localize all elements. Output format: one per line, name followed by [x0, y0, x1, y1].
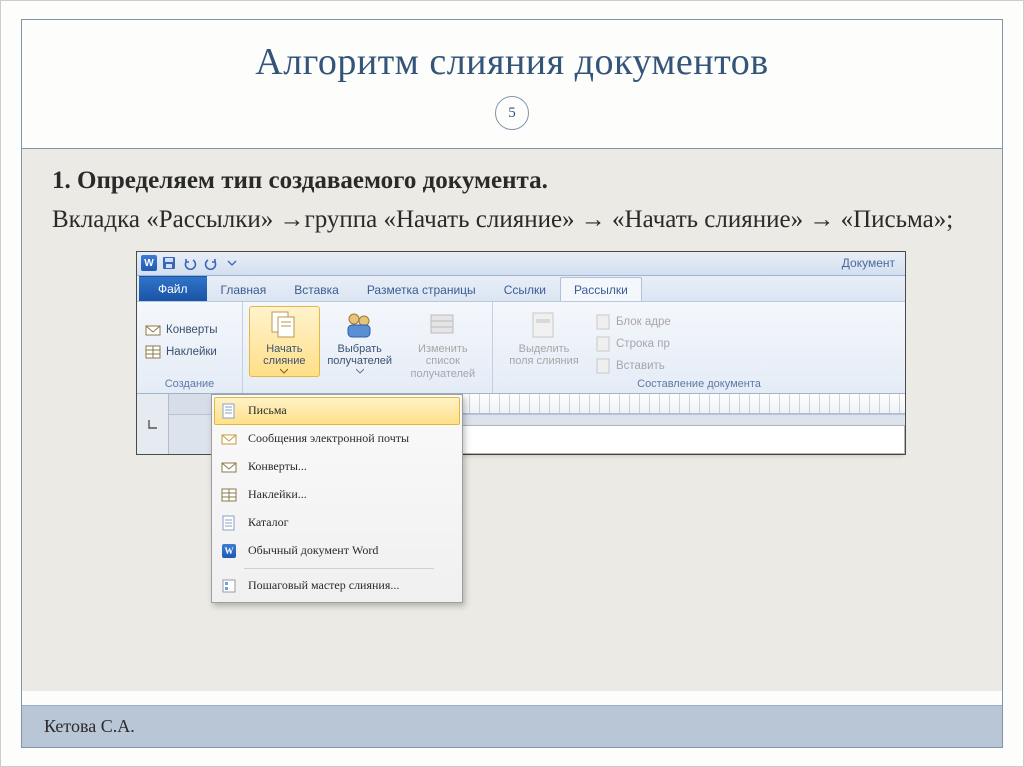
- labels-icon: [145, 344, 161, 360]
- start-merge-icon: [268, 309, 300, 341]
- greeting-line-button[interactable]: Строка пр: [593, 334, 673, 354]
- dd-letters-label: Письма: [248, 403, 287, 418]
- catalog-icon: [220, 514, 238, 532]
- tab-file[interactable]: Файл: [139, 276, 207, 301]
- labels-button[interactable]: Наклейки: [143, 342, 220, 362]
- document-title: Документ: [842, 256, 901, 270]
- email-icon: [220, 430, 238, 448]
- embedded-screenshot: W Документ: [52, 251, 972, 455]
- step-description: Вкладка «Рассылки» →группа «Начать слиян…: [52, 203, 972, 237]
- recipients-icon: [344, 309, 376, 341]
- group-create-label: Создание: [143, 376, 236, 393]
- dd-labels[interactable]: Наклейки...: [214, 481, 460, 509]
- doc-icon: [595, 336, 611, 352]
- group-compose-label: Составление документа: [499, 376, 899, 393]
- redo-button[interactable]: [202, 254, 220, 272]
- slide-frame: Алгоритм слияния документов 5 1. Определ…: [21, 19, 1003, 748]
- quick-access-toolbar: W Документ: [137, 252, 905, 276]
- highlight-icon: [528, 309, 560, 341]
- select-recipients-label: Выбрать получателей: [327, 343, 392, 368]
- save-button[interactable]: [160, 254, 178, 272]
- tab-mailings[interactable]: Рассылки: [560, 277, 642, 301]
- document-page: [459, 425, 905, 454]
- labels-label: Наклейки: [166, 346, 217, 358]
- edit-recipients-button[interactable]: Изменить список получателей: [400, 306, 486, 384]
- envelopes-label: Конверты: [166, 324, 218, 336]
- wizard-icon: [220, 577, 238, 595]
- word-doc-icon: W: [220, 542, 238, 560]
- qat-dropdown-icon[interactable]: [223, 254, 241, 272]
- insert-field-button[interactable]: Вставить: [593, 356, 673, 376]
- dropdown-separator: [244, 568, 434, 569]
- slide-number-badge: 5: [495, 96, 529, 130]
- slide: Алгоритм слияния документов 5 1. Определ…: [0, 0, 1024, 767]
- horizontal-ruler[interactable]: [429, 394, 905, 414]
- start-merge-dropdown: Письма Сообщения электронной почты Конве…: [211, 394, 463, 603]
- ribbon: Конверты Наклейки: [137, 302, 905, 394]
- envelope-icon: [145, 322, 161, 338]
- tab-insert[interactable]: Вставка: [280, 277, 353, 301]
- tab-home[interactable]: Главная: [207, 277, 281, 301]
- step-heading: 1. Определяем тип создаваемого документа…: [52, 167, 972, 195]
- dd-letters[interactable]: Письма: [214, 397, 460, 425]
- tab-references[interactable]: Ссылки: [490, 277, 560, 301]
- dd-labels-label: Наклейки...: [248, 487, 307, 502]
- content-area: 1. Определяем тип создаваемого документа…: [22, 149, 1002, 691]
- chevron-down-icon: [280, 368, 288, 374]
- undo-button[interactable]: [181, 254, 199, 272]
- footer: Кетова С.А.: [22, 705, 1002, 747]
- ribbon-tabs: Файл Главная Вставка Разметка страницы С…: [137, 276, 905, 302]
- start-merge-label: Начать слияние: [256, 343, 313, 368]
- edit-recipients-label: Изменить список получателей: [407, 343, 479, 381]
- dd-normal[interactable]: W Обычный документ Word: [214, 537, 460, 565]
- ruler-corner: [137, 394, 169, 454]
- dd-catalog[interactable]: Каталог: [214, 509, 460, 537]
- start-merge-button[interactable]: Начать слияние: [249, 306, 320, 377]
- labels-icon: [220, 486, 238, 504]
- address-block-label: Блок адре: [616, 316, 671, 328]
- word-app-icon[interactable]: W: [141, 255, 157, 271]
- group-create: Конверты Наклейки: [137, 302, 243, 393]
- envelopes-button[interactable]: Конверты: [143, 320, 220, 340]
- dd-envelopes-label: Конверты...: [248, 459, 307, 474]
- dd-wizard-label: Пошаговый мастер слияния...: [248, 578, 399, 593]
- envelope-icon: [220, 458, 238, 476]
- dd-email[interactable]: Сообщения электронной почты: [214, 425, 460, 453]
- greeting-line-label: Строка пр: [616, 338, 670, 350]
- doc-icon: [595, 358, 611, 374]
- dd-wizard[interactable]: Пошаговый мастер слияния...: [214, 572, 460, 600]
- slide-title: Алгоритм слияния документов: [22, 40, 1002, 84]
- dd-envelopes[interactable]: Конверты...: [214, 453, 460, 481]
- insert-field-label: Вставить: [616, 360, 665, 372]
- dd-normal-label: Обычный документ Word: [248, 543, 378, 558]
- dd-catalog-label: Каталог: [248, 515, 289, 530]
- chevron-down-icon: [356, 368, 364, 374]
- tab-stop-icon: [146, 417, 160, 431]
- edit-recipients-icon: [427, 309, 459, 341]
- letter-icon: [220, 402, 238, 420]
- tab-layout[interactable]: Разметка страницы: [353, 277, 490, 301]
- group-compose: Выделить поля слияния Блок адре: [493, 302, 905, 393]
- footer-author: Кетова С.А.: [44, 716, 135, 737]
- address-block-button[interactable]: Блок адре: [593, 312, 673, 332]
- highlight-fields-button[interactable]: Выделить поля слияния: [499, 306, 589, 371]
- group-start-merge: Начать слияние Выбрать получателей: [243, 302, 493, 393]
- doc-icon: [595, 314, 611, 330]
- select-recipients-button[interactable]: Выбрать получателей: [324, 306, 396, 377]
- highlight-fields-label: Выделить поля слияния: [506, 343, 582, 368]
- dd-email-label: Сообщения электронной почты: [248, 431, 409, 446]
